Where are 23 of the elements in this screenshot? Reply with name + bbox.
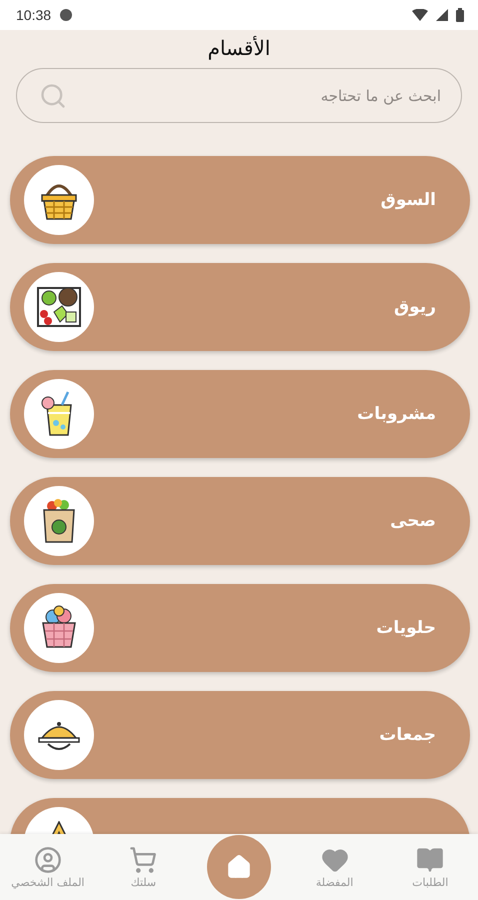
category-card[interactable]: جمعات [10, 691, 470, 779]
nav-item[interactable]: الملف الشخصي [6, 846, 90, 888]
profile-icon [34, 846, 62, 874]
category-card[interactable]: مشروبات [10, 370, 470, 458]
signal-icon [436, 9, 448, 21]
home-icon [226, 854, 252, 880]
open-book-icon [416, 846, 444, 874]
cart-icon [129, 846, 158, 874]
status-time: 10:38 [16, 7, 52, 23]
search-field[interactable]: ابحث عن ما تحتاجه [67, 86, 443, 106]
category-card[interactable]: السوق [10, 156, 470, 244]
category-card[interactable]: ريوق [10, 263, 470, 351]
category-card[interactable]: صحى [10, 477, 470, 565]
wifi-icon [412, 9, 428, 21]
battery-icon [456, 8, 464, 22]
nav-item[interactable]: سلتك [101, 846, 186, 888]
category-card[interactable]: حلويات [10, 584, 470, 672]
page-title: الأقسام [208, 34, 270, 62]
search-bar[interactable]: ابحث عن ما تحتاجه [16, 68, 462, 123]
nav-item[interactable]: المفضلة [292, 846, 377, 888]
nav-item[interactable]: الطلبات [388, 846, 472, 888]
notification-dot-icon [59, 8, 74, 22]
search-icon [39, 82, 67, 110]
